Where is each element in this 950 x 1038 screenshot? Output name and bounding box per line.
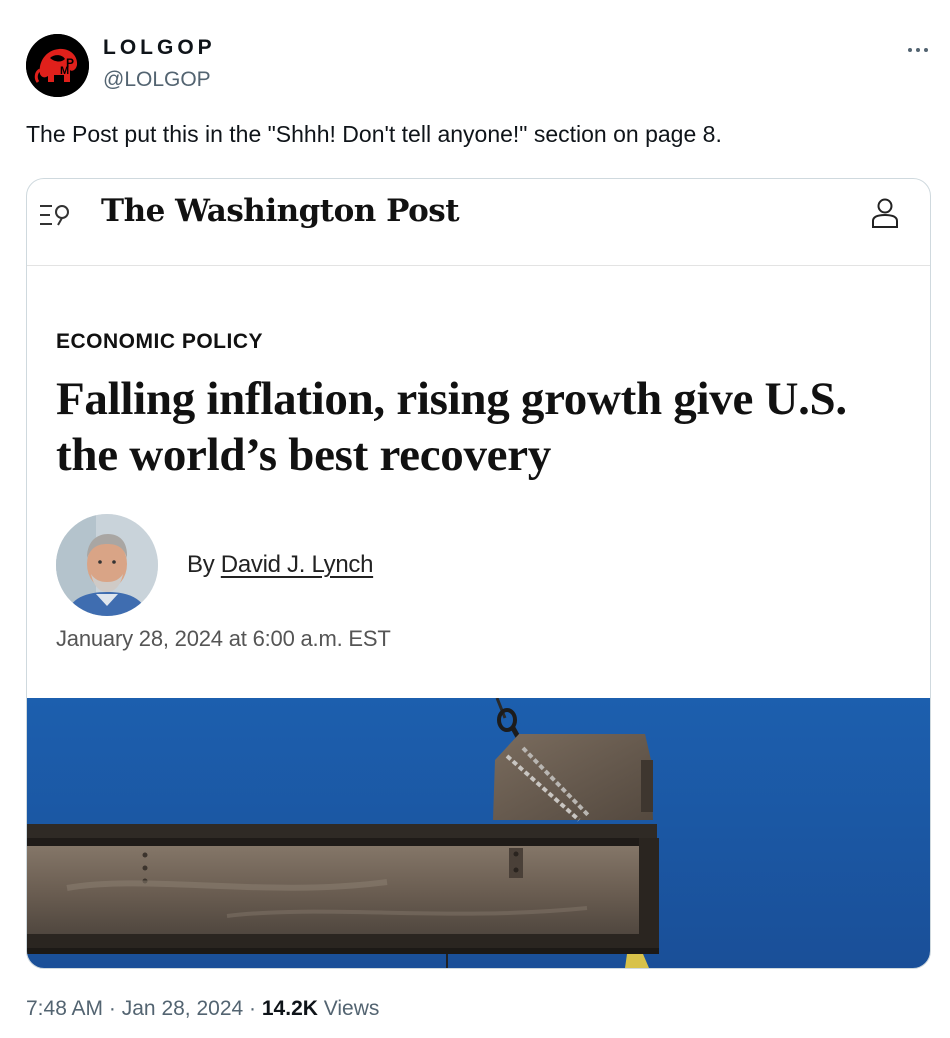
more-horizontal-icon — [908, 48, 912, 52]
more-options-button[interactable] — [898, 30, 938, 70]
tweet-text: The Post put this in the "Shhh! Don't te… — [26, 121, 722, 147]
author-photo — [56, 514, 158, 616]
display-name[interactable]: LOLGOP — [103, 36, 216, 60]
author-link[interactable]: David J. Lynch — [221, 551, 374, 578]
user-handle[interactable]: @LOLGOP — [103, 68, 211, 92]
menu-search-icon[interactable] — [38, 201, 74, 231]
svg-text:P: P — [66, 56, 74, 70]
article-headline: Falling inflation, rising growth give U.… — [56, 373, 847, 481]
publication-masthead: The Washington Post — [101, 193, 460, 229]
views-count: 14.2K — [261, 997, 318, 1020]
tweet-date: Jan 28, 2024 — [121, 997, 244, 1020]
user-account-icon[interactable] — [870, 197, 900, 229]
article-hero-image — [27, 698, 930, 968]
profile-avatar[interactable]: M P — [26, 34, 89, 97]
byline-prefix: By — [187, 551, 215, 578]
tweet-time: 7:48 AM — [26, 997, 104, 1020]
more-dot — [924, 48, 928, 52]
article-card[interactable]: The Washington Post ECONOMIC POLICY Fall… — [26, 178, 931, 969]
article-dateline: January 28, 2024 at 6:00 a.m. EST — [56, 626, 391, 651]
tweet-metadata: 7:48 AM · Jan 28, 2024 · 14.2K Views — [26, 997, 379, 1021]
tweet-timestamp[interactable]: 7:48 AM · Jan 28, 2024 — [26, 997, 243, 1020]
article-byline: By David J. Lynch — [187, 551, 373, 579]
article-section: ECONOMIC POLICY — [56, 330, 264, 353]
more-dot — [916, 48, 920, 52]
meta-separator: · — [108, 997, 116, 1020]
meta-separator: · — [249, 997, 257, 1020]
publication-header: The Washington Post — [27, 179, 930, 266]
views-link[interactable]: 14.2K Views — [262, 997, 380, 1020]
gop-elephant-avatar-icon: M P — [26, 34, 89, 97]
views-label: Views — [323, 997, 380, 1020]
